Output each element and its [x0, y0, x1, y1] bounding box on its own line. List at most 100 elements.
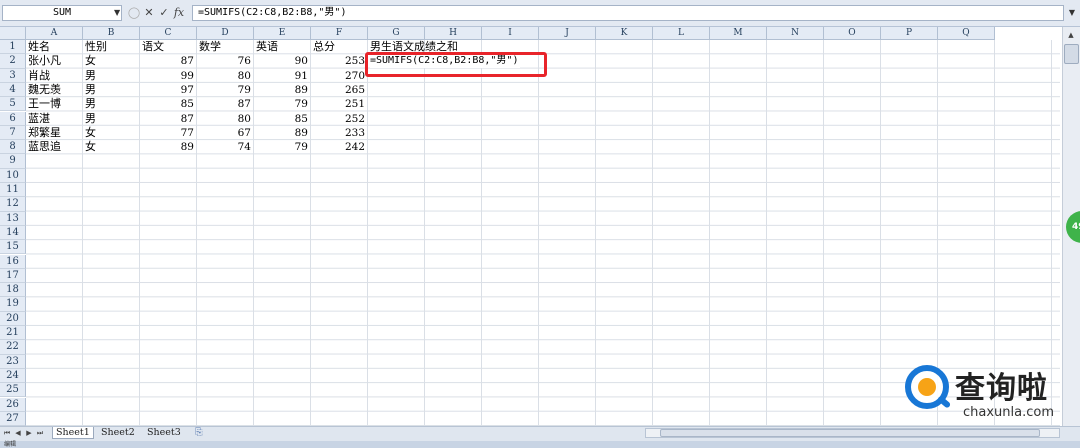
- row-header-22[interactable]: 22: [0, 340, 26, 355]
- header-cell[interactable]: 姓名: [28, 40, 50, 54]
- data-cell[interactable]: 男: [85, 69, 96, 83]
- data-cell[interactable]: 67: [197, 126, 251, 140]
- data-cell[interactable]: 魏无羡: [28, 83, 61, 97]
- row-header-7[interactable]: 7: [0, 125, 26, 141]
- data-cell[interactable]: 265: [311, 83, 365, 97]
- column-header-c[interactable]: C: [140, 27, 197, 40]
- data-cell[interactable]: 王一博: [28, 97, 61, 111]
- row-header-14[interactable]: 14: [0, 225, 26, 241]
- row-header-5[interactable]: 5: [0, 97, 26, 112]
- row-header-27[interactable]: 27: [0, 411, 26, 427]
- row-header-10[interactable]: 10: [0, 168, 26, 183]
- data-cell[interactable]: 253: [311, 54, 365, 68]
- data-cell[interactable]: 77: [140, 126, 194, 140]
- tab-sheet3[interactable]: Sheet3: [144, 427, 184, 439]
- row-header-12[interactable]: 12: [0, 197, 26, 212]
- row-header-4[interactable]: 4: [0, 82, 26, 98]
- data-cell[interactable]: 80: [197, 69, 251, 83]
- column-header-m[interactable]: M: [710, 27, 767, 40]
- data-cell[interactable]: 87: [197, 97, 251, 111]
- row-header-18[interactable]: 18: [0, 283, 26, 298]
- prev-sheet-icon[interactable]: ◀: [13, 427, 23, 439]
- column-header-j[interactable]: J: [539, 27, 596, 40]
- data-cell[interactable]: 74: [197, 140, 251, 154]
- data-cell[interactable]: 91: [254, 69, 308, 83]
- data-cell[interactable]: 89: [254, 126, 308, 140]
- insert-sheet-icon[interactable]: ⎘: [192, 427, 206, 439]
- data-cell[interactable]: 张小凡: [28, 54, 61, 68]
- data-cell[interactable]: 肖战: [28, 69, 50, 83]
- data-cell[interactable]: 女: [85, 140, 96, 154]
- data-cell[interactable]: 252: [311, 112, 365, 126]
- data-cell[interactable]: 97: [140, 83, 194, 97]
- data-cell[interactable]: 99: [140, 69, 194, 83]
- column-header-n[interactable]: N: [767, 27, 824, 40]
- row-header-15[interactable]: 15: [0, 240, 26, 255]
- column-header-g[interactable]: G: [368, 27, 425, 40]
- select-all-corner[interactable]: [0, 27, 26, 40]
- data-cell[interactable]: 79: [254, 97, 308, 111]
- row-header-20[interactable]: 20: [0, 311, 26, 326]
- data-cell[interactable]: 蓝湛: [28, 112, 50, 126]
- row-header-11[interactable]: 11: [0, 183, 26, 198]
- data-cell[interactable]: 79: [197, 83, 251, 97]
- first-sheet-icon[interactable]: ⏮: [2, 427, 12, 439]
- header-cell[interactable]: 英语: [256, 40, 278, 54]
- data-cell[interactable]: 87: [140, 112, 194, 126]
- row-header-2[interactable]: 2: [0, 54, 26, 69]
- scroll-up-icon[interactable]: ▲: [1063, 28, 1079, 42]
- data-cell[interactable]: 270: [311, 69, 365, 83]
- row-header-13[interactable]: 13: [0, 211, 26, 226]
- row-header-19[interactable]: 19: [0, 297, 26, 312]
- header-cell[interactable]: 总分: [313, 40, 335, 54]
- data-cell[interactable]: 242: [311, 140, 365, 154]
- row-header-16[interactable]: 16: [0, 254, 26, 269]
- column-header-a[interactable]: A: [26, 27, 83, 40]
- data-cell[interactable]: 郑繁星: [28, 126, 61, 140]
- last-sheet-icon[interactable]: ⏭: [35, 427, 45, 439]
- data-cell[interactable]: 233: [311, 126, 365, 140]
- data-cell[interactable]: 76: [197, 54, 251, 68]
- header-cell[interactable]: 语文: [142, 40, 164, 54]
- data-cell[interactable]: 90: [254, 54, 308, 68]
- horizontal-scroll-thumb[interactable]: [660, 429, 1040, 437]
- data-cell[interactable]: 79: [254, 140, 308, 154]
- row-header-26[interactable]: 26: [0, 397, 26, 412]
- row-header-3[interactable]: 3: [0, 68, 26, 83]
- row-header-8[interactable]: 8: [0, 140, 26, 155]
- data-cell[interactable]: 蓝思追: [28, 140, 61, 154]
- data-cell[interactable]: 女: [85, 54, 96, 68]
- data-cell[interactable]: 80: [197, 112, 251, 126]
- row-header-25[interactable]: 25: [0, 383, 26, 398]
- column-header-f[interactable]: F: [311, 27, 368, 40]
- data-cell[interactable]: 男: [85, 83, 96, 97]
- data-cell[interactable]: 男: [85, 97, 96, 111]
- column-header-k[interactable]: K: [596, 27, 653, 40]
- row-header-23[interactable]: 23: [0, 354, 26, 369]
- data-cell[interactable]: 女: [85, 126, 96, 140]
- enter-icon[interactable]: ✓: [157, 5, 171, 21]
- row-header-21[interactable]: 21: [0, 326, 26, 341]
- data-cell[interactable]: 89: [254, 83, 308, 97]
- header-cell[interactable]: 性别: [85, 40, 107, 54]
- data-cell[interactable]: 87: [140, 54, 194, 68]
- data-cell[interactable]: 89: [140, 140, 194, 154]
- tab-sheet2[interactable]: Sheet2: [98, 427, 138, 439]
- data-cell[interactable]: 85: [140, 97, 194, 111]
- name-box-dropdown-icon[interactable]: ▼: [114, 5, 120, 21]
- column-header-d[interactable]: D: [197, 27, 254, 40]
- expand-formula-icon[interactable]: ▼: [1066, 5, 1078, 21]
- data-cell[interactable]: 85: [254, 112, 308, 126]
- data-cell[interactable]: 男: [85, 112, 96, 126]
- column-header-h[interactable]: H: [425, 27, 482, 40]
- cancel-icon[interactable]: ✕: [142, 5, 156, 21]
- header-cell[interactable]: 数学: [199, 40, 221, 54]
- column-header-o[interactable]: O: [824, 27, 881, 40]
- row-header-9[interactable]: 9: [0, 154, 26, 169]
- row-header-24[interactable]: 24: [0, 368, 26, 384]
- column-header-p[interactable]: P: [881, 27, 938, 40]
- next-sheet-icon[interactable]: ▶: [24, 427, 34, 439]
- row-header-17[interactable]: 17: [0, 268, 26, 284]
- column-header-l[interactable]: L: [653, 27, 710, 40]
- column-header-b[interactable]: B: [83, 27, 140, 40]
